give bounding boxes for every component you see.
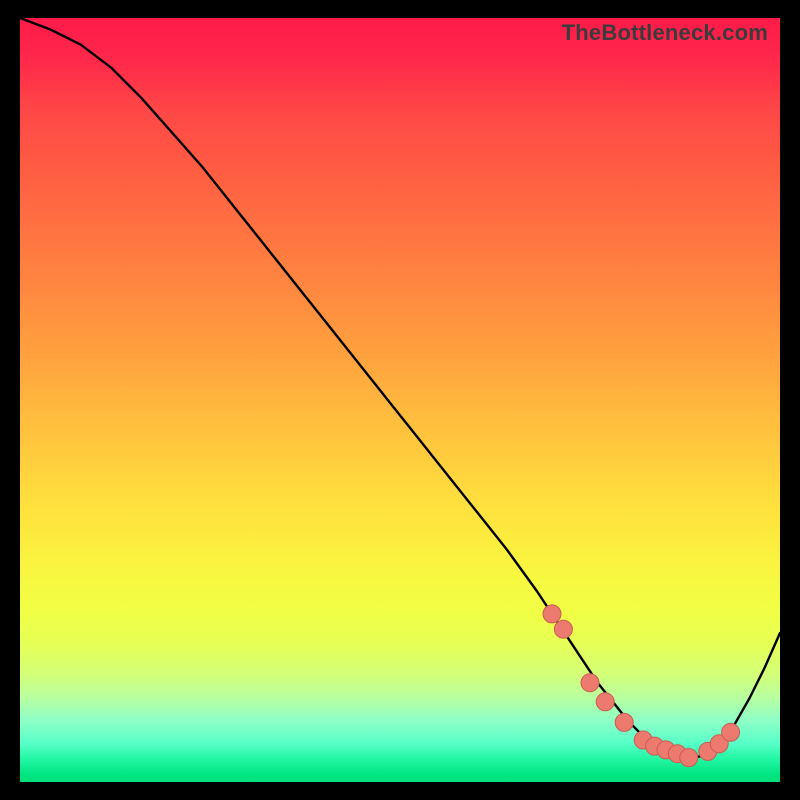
highlight-dot [680, 749, 698, 767]
frame: TheBottleneck.com [0, 0, 800, 800]
highlight-dot [543, 605, 561, 623]
highlight-dot [615, 713, 633, 731]
bottleneck-curve-line [20, 18, 780, 759]
plot-area: TheBottleneck.com [20, 18, 780, 782]
highlight-dot [554, 620, 572, 638]
highlight-dot [581, 674, 599, 692]
highlight-dot [596, 693, 614, 711]
highlight-dots-group [543, 605, 740, 767]
highlight-dot [722, 723, 740, 741]
curve-svg [20, 18, 780, 782]
